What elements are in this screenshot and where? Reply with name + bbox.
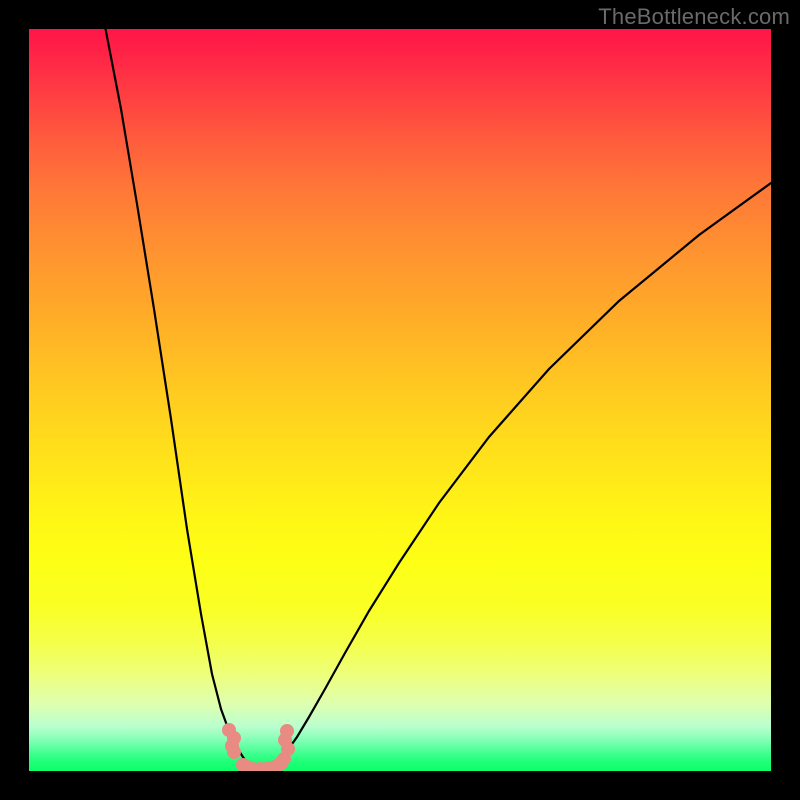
marker-group: [222, 723, 295, 771]
curve-left-arm: [104, 29, 261, 769]
marker-right-marker-cluster: [280, 724, 294, 738]
curve-group: [104, 29, 771, 769]
watermark-text: TheBottleneck.com: [598, 4, 790, 30]
curve-right-arm: [261, 183, 771, 769]
marker-left-marker-cluster: [227, 745, 241, 759]
chart-frame: TheBottleneck.com: [0, 0, 800, 800]
chart-panel: [29, 29, 771, 771]
chart-svg: [29, 29, 771, 771]
marker-bottom-marker-cluster: [277, 752, 291, 766]
